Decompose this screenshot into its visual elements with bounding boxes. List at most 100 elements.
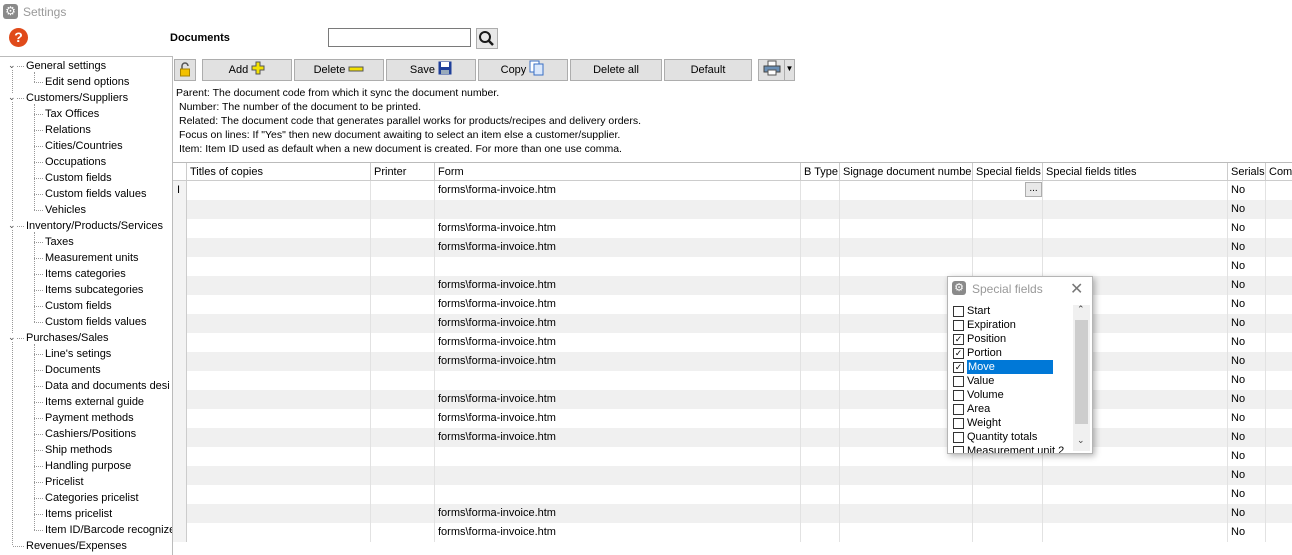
grid-cell[interactable]: forms\forma-invoice.htm <box>435 390 801 409</box>
grid-cell[interactable] <box>371 219 435 238</box>
grid-cell[interactable] <box>801 333 840 352</box>
tree-group[interactable]: Customers/Suppliers <box>26 90 128 106</box>
checkbox[interactable] <box>953 446 964 453</box>
grid-cell[interactable]: No <box>1228 485 1266 504</box>
special-field-option[interactable]: Area <box>952 402 1072 416</box>
row-header[interactable] <box>173 485 187 504</box>
grid-cell[interactable] <box>371 447 435 466</box>
grid-cell[interactable] <box>973 523 1043 542</box>
table-row[interactable]: No <box>173 485 1292 504</box>
grid-cell[interactable] <box>801 371 840 390</box>
print-button[interactable] <box>758 59 785 81</box>
tree-item[interactable]: Custom fields values <box>45 186 147 202</box>
grid-cell[interactable] <box>371 333 435 352</box>
delete-all-button[interactable]: Delete all <box>570 59 662 81</box>
chevron-up-icon[interactable]: ⌃ <box>1077 304 1085 315</box>
tree-item[interactable]: Items categories <box>45 266 126 282</box>
column-header[interactable]: Printer <box>371 163 435 181</box>
grid-cell[interactable] <box>187 352 371 371</box>
grid-cell[interactable]: No <box>1228 219 1266 238</box>
grid-cell[interactable] <box>840 257 973 276</box>
grid-cell[interactable] <box>435 371 801 390</box>
grid-cell[interactable]: forms\forma-invoice.htm <box>435 238 801 257</box>
grid-cell[interactable] <box>973 257 1043 276</box>
grid-cell[interactable] <box>435 485 801 504</box>
grid-cell[interactable]: forms\forma-invoice.htm <box>435 428 801 447</box>
tree-group[interactable]: General settings <box>26 58 106 74</box>
tree-item[interactable]: Cities/Countries <box>45 138 123 154</box>
documents-grid[interactable]: Titles of copies Printer Form B Type Signage… <box>173 162 1292 555</box>
grid-cell[interactable] <box>187 523 371 542</box>
grid-cell[interactable] <box>801 447 840 466</box>
grid-cell[interactable]: forms\forma-invoice.htm <box>435 295 801 314</box>
save-button[interactable]: Save <box>386 59 476 81</box>
row-header[interactable] <box>173 200 187 219</box>
grid-cell[interactable]: No <box>1228 390 1266 409</box>
tree-item[interactable]: Items external guide <box>45 394 144 410</box>
tree-item[interactable]: Pricelist <box>45 474 84 490</box>
grid-cell[interactable] <box>1043 504 1228 523</box>
grid-cell[interactable] <box>187 276 371 295</box>
grid-cell[interactable] <box>801 485 840 504</box>
grid-cell[interactable] <box>801 295 840 314</box>
grid-cell[interactable] <box>1043 238 1228 257</box>
grid-cell[interactable]: forms\forma-invoice.htm <box>435 333 801 352</box>
grid-cell[interactable] <box>371 409 435 428</box>
lock-button[interactable] <box>174 59 196 81</box>
table-row[interactable]: forms\forma-invoice.htm No <box>173 390 1292 409</box>
row-header[interactable] <box>173 219 187 238</box>
grid-cell[interactable] <box>371 238 435 257</box>
help-icon[interactable]: ? <box>9 28 28 47</box>
table-row[interactable]: forms\forma-invoice.htm No <box>173 504 1292 523</box>
grid-cell[interactable] <box>1043 257 1228 276</box>
table-row[interactable]: forms\forma-invoice.htm No <box>173 352 1292 371</box>
grid-cell[interactable]: No <box>1228 238 1266 257</box>
row-header[interactable] <box>173 371 187 390</box>
tree-item[interactable]: Vehicles <box>45 202 86 218</box>
grid-cell[interactable] <box>1043 466 1228 485</box>
grid-cell[interactable] <box>187 200 371 219</box>
tree-item[interactable]: Edit send options <box>45 74 129 90</box>
special-field-option[interactable]: Measurement unit 2 <box>952 444 1072 453</box>
grid-cell[interactable] <box>801 352 840 371</box>
add-button[interactable]: Add <box>202 59 292 81</box>
grid-cell[interactable] <box>840 504 973 523</box>
column-header[interactable]: Form <box>435 163 801 181</box>
checkbox[interactable] <box>953 432 964 443</box>
row-header[interactable] <box>173 333 187 352</box>
print-options-dropdown[interactable]: ▼ <box>784 59 795 81</box>
grid-cell[interactable] <box>1043 219 1228 238</box>
tree-item[interactable]: Line's setings <box>45 346 111 362</box>
default-button[interactable]: Default <box>664 59 752 81</box>
special-field-option[interactable]: Quantity totals <box>952 430 1072 444</box>
grid-cell[interactable] <box>801 314 840 333</box>
grid-cell[interactable]: No <box>1228 257 1266 276</box>
grid-cell[interactable] <box>435 466 801 485</box>
grid-cell[interactable] <box>187 238 371 257</box>
grid-cell[interactable] <box>187 181 371 200</box>
grid-cell[interactable] <box>1266 466 1292 485</box>
grid-cell[interactable] <box>1266 447 1292 466</box>
special-field-option[interactable]: Value <box>952 374 1072 388</box>
tree-item[interactable]: Items pricelist <box>45 506 112 522</box>
grid-cell[interactable]: forms\forma-invoice.htm <box>435 181 801 200</box>
grid-cell[interactable] <box>801 238 840 257</box>
grid-cell[interactable] <box>187 314 371 333</box>
tree-item[interactable]: Custom fields values <box>45 314 147 330</box>
grid-cell[interactable] <box>801 181 840 200</box>
special-field-option[interactable]: ✓ Move <box>952 360 1072 374</box>
table-row[interactable]: No <box>173 200 1292 219</box>
grid-cell[interactable] <box>1266 295 1292 314</box>
row-header[interactable] <box>173 466 187 485</box>
grid-cell[interactable] <box>801 504 840 523</box>
special-field-option[interactable]: ✓ Position <box>952 332 1072 346</box>
table-row[interactable]: Iforms\forma-invoice.htm No... <box>173 181 1292 200</box>
grid-cell[interactable] <box>435 200 801 219</box>
grid-cell[interactable] <box>1266 504 1292 523</box>
grid-cell[interactable] <box>1043 200 1228 219</box>
grid-cell[interactable] <box>1266 181 1292 200</box>
table-row[interactable]: No <box>173 257 1292 276</box>
grid-cell[interactable] <box>801 276 840 295</box>
grid-cell[interactable] <box>973 200 1043 219</box>
grid-cell[interactable] <box>801 200 840 219</box>
